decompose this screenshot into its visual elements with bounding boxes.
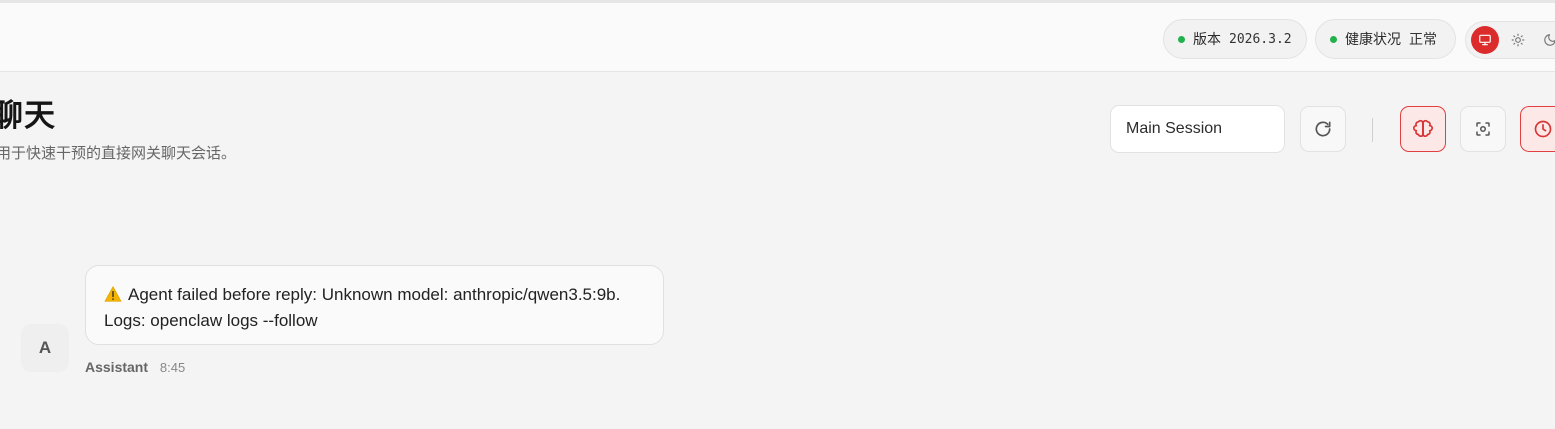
focus-icon xyxy=(1476,122,1490,136)
status-dot xyxy=(1178,35,1185,43)
theme-light-button[interactable] xyxy=(1504,26,1532,54)
theme-system-button[interactable] xyxy=(1471,26,1499,54)
health-label: 健康状况 xyxy=(1345,32,1401,48)
refresh-button[interactable] xyxy=(1300,106,1346,152)
monitor-icon xyxy=(1479,34,1491,46)
message-meta: Assistant 8:45 xyxy=(85,359,185,375)
clock-icon xyxy=(1534,120,1552,138)
page-subtitle: 用于快速干预的直接网关聊天会话。 xyxy=(0,144,237,162)
theme-toggle xyxy=(1465,21,1555,59)
page-title: 聊天 xyxy=(0,98,56,134)
focus-mode-button[interactable] xyxy=(1460,106,1506,152)
session-select[interactable]: Main Session xyxy=(1110,105,1285,153)
toolbar-divider xyxy=(1372,118,1373,142)
sun-icon xyxy=(1511,33,1525,47)
health-badge: 健康状况 正常 xyxy=(1315,19,1456,59)
health-value: 正常 xyxy=(1409,32,1437,48)
warning-icon xyxy=(104,286,122,302)
version-badge: 版本 2026.3.2 xyxy=(1163,19,1307,59)
message-line: Agent failed before reply: Unknown model… xyxy=(104,282,645,308)
message-sender: Assistant xyxy=(85,359,149,375)
brain-icon xyxy=(1413,119,1433,137)
thinking-toggle-button[interactable] xyxy=(1400,106,1446,152)
message-text-line-1: Agent failed before reply: Unknown model… xyxy=(128,285,621,304)
theme-dark-button[interactable] xyxy=(1536,26,1555,54)
refresh-icon xyxy=(1315,121,1331,137)
message-text-line-2: Logs: openclaw logs --follow xyxy=(104,311,318,330)
version-value: 2026.3.2 xyxy=(1229,31,1292,47)
avatar: A xyxy=(21,324,69,372)
top-bar: 版本 2026.3.2 健康状况 正常 xyxy=(0,0,1555,72)
chat-page: 版本 2026.3.2 健康状况 正常 聊天 用于快速干预的直接网关聊天会话。 … xyxy=(0,0,1555,429)
message-time: 8:45 xyxy=(159,360,186,375)
session-select-value: Main Session xyxy=(1126,120,1223,137)
status-dot xyxy=(1330,35,1337,43)
message-bubble: Agent failed before reply: Unknown model… xyxy=(85,265,664,345)
history-button[interactable] xyxy=(1520,106,1555,152)
moon-icon xyxy=(1544,34,1555,46)
version-label: 版本 xyxy=(1193,32,1221,48)
